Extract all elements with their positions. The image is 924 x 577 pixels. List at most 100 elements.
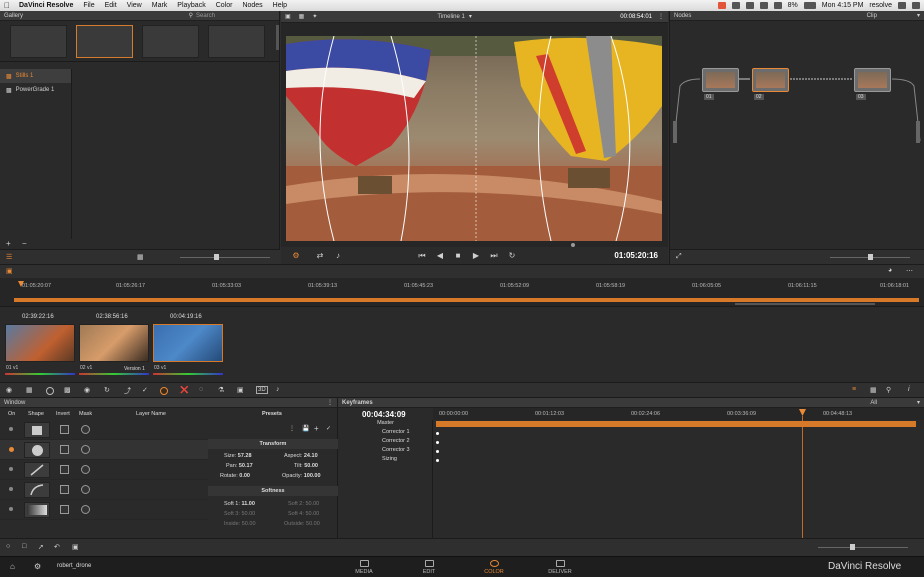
search-input[interactable]: Search: [196, 13, 215, 19]
gear-icon[interactable]: ⚙: [287, 251, 305, 260]
pan-value[interactable]: 50.17: [239, 463, 253, 469]
soft1-value[interactable]: 11.00: [241, 501, 254, 507]
go-to-end-icon[interactable]: ⏭: [485, 251, 503, 261]
stop-icon[interactable]: ■: [449, 251, 467, 260]
still-thumbnail[interactable]: [10, 25, 67, 58]
page-edit[interactable]: EDIT: [399, 560, 459, 575]
kf-track-corrector-2[interactable]: Corrector 2: [338, 438, 433, 447]
window-on-toggle[interactable]: [9, 427, 13, 431]
soft4-value[interactable]: 50.00: [305, 511, 319, 517]
add-preset-icon[interactable]: +: [314, 424, 319, 433]
invert-checkbox[interactable]: [60, 465, 69, 474]
slider-handle[interactable]: [868, 254, 873, 260]
mask-checkbox[interactable]: [81, 445, 90, 454]
go-to-start-icon[interactable]: ⏮: [413, 251, 431, 261]
tracker-icon[interactable]: ❌: [180, 386, 189, 394]
info-icon[interactable]: i: [908, 386, 910, 393]
curves-icon[interactable]: ↻: [104, 386, 110, 394]
color-match-icon[interactable]: ▦: [26, 386, 33, 394]
menu-edit[interactable]: Edit: [100, 2, 122, 9]
more-options-icon[interactable]: ⋮: [658, 13, 664, 20]
keyframe-zoom-slider[interactable]: [818, 547, 908, 548]
motion-icon[interactable]: ◉: [84, 386, 90, 394]
corrector-node-3[interactable]: [854, 68, 891, 92]
album-stills-1[interactable]: ▩ Stills 1: [0, 69, 71, 83]
save-preset-icon[interactable]: 💾: [302, 425, 309, 432]
user-name[interactable]: resolve: [869, 2, 892, 9]
home-icon[interactable]: ⌂: [10, 562, 15, 571]
album-powergrade-1[interactable]: ▩ PowerGrade 1: [0, 83, 71, 97]
blur-icon[interactable]: ◌: [199, 386, 203, 393]
video-frame[interactable]: [286, 36, 662, 241]
rgb-mixer-icon[interactable]: ▩: [64, 386, 71, 394]
bluetooth-icon[interactable]: [745, 2, 754, 9]
window-on-toggle[interactable]: [9, 507, 13, 511]
spotlight-icon[interactable]: [898, 2, 906, 9]
menu-mark[interactable]: Mark: [147, 2, 173, 9]
split-screen-icon[interactable]: ▦: [299, 13, 305, 20]
clip-thumbnail[interactable]: [5, 324, 75, 362]
page-deliver[interactable]: DELIVER: [530, 560, 590, 575]
window-on-toggle[interactable]: [9, 447, 14, 452]
still-thumbnail[interactable]: [76, 25, 133, 58]
corrector-node-2[interactable]: [752, 68, 789, 92]
notification-icon[interactable]: [912, 2, 920, 9]
polygon-tool-icon[interactable]: ➚: [38, 543, 44, 551]
preset-menu-icon[interactable]: ⋮: [289, 425, 295, 432]
opacity-value[interactable]: 100.00: [304, 473, 321, 479]
still-thumbnail[interactable]: [142, 25, 199, 58]
loop-icon[interactable]: ↻: [503, 251, 521, 260]
adobe-icon[interactable]: [717, 2, 726, 9]
remove-album-icon[interactable]: −: [22, 239, 27, 248]
audio-icon[interactable]: ♪: [329, 251, 347, 260]
soft3-value[interactable]: 50.00: [241, 511, 255, 517]
window-row-linear[interactable]: [0, 420, 208, 440]
aspect-value[interactable]: 24.10: [304, 453, 318, 459]
slider-handle[interactable]: [850, 544, 855, 550]
gradient-tool-icon[interactable]: ▣: [72, 543, 79, 551]
color-wheels-icon[interactable]: [46, 387, 54, 395]
apply-preset-icon[interactable]: ✓: [326, 425, 331, 432]
volume-icon[interactable]: [773, 2, 782, 9]
page-media[interactable]: MEDIA: [334, 560, 394, 575]
clip-thumbnail[interactable]: [153, 324, 223, 362]
play-reverse-icon[interactable]: ◀: [431, 251, 449, 260]
window-row-circle[interactable]: [0, 440, 208, 460]
highlight-icon[interactable]: ✦: [312, 13, 317, 20]
stereo-3d-icon[interactable]: 3D: [256, 386, 268, 394]
timeline-scrollbar[interactable]: [735, 303, 875, 305]
key-icon[interactable]: ⚗: [218, 386, 224, 394]
kf-track-master[interactable]: Master: [338, 420, 433, 429]
keyframe-marker[interactable]: [436, 432, 439, 435]
mask-checkbox[interactable]: [81, 465, 90, 474]
menu-nodes[interactable]: Nodes: [237, 2, 267, 9]
expand-icon[interactable]: ⤢: [676, 253, 682, 261]
outside-value[interactable]: 50.00: [306, 521, 320, 527]
window-row-polygon[interactable]: [0, 460, 208, 480]
menu-color[interactable]: Color: [211, 2, 238, 9]
menu-playback[interactable]: Playback: [172, 2, 210, 9]
add-album-icon[interactable]: +: [6, 239, 11, 248]
viewer-mode-icon[interactable]: ▣: [285, 13, 291, 20]
linear-shape-icon[interactable]: [24, 422, 50, 438]
color-wheel-icon[interactable]: ◕: [888, 267, 892, 274]
list-view-icon[interactable]: ☰: [6, 253, 12, 261]
hue-curves-icon[interactable]: ⤴: [124, 386, 131, 396]
polygon-shape-icon[interactable]: [24, 462, 50, 478]
keyframe-ruler[interactable]: 00:00:00:00 00:01:12:03 00:02:24:06 00:0…: [433, 408, 924, 420]
window-row-gradient[interactable]: [0, 500, 208, 520]
invert-checkbox[interactable]: [60, 445, 69, 454]
invert-checkbox[interactable]: [60, 505, 69, 514]
clip-thumbnail[interactable]: [79, 324, 149, 362]
timeline-name[interactable]: Timeline 1: [437, 14, 464, 20]
window-row-curve[interactable]: [0, 480, 208, 500]
master-keyframe-bar[interactable]: [436, 421, 916, 427]
camera-raw-icon[interactable]: ◉: [6, 386, 12, 394]
output-bar[interactable]: [916, 121, 920, 143]
invert-checkbox[interactable]: [60, 425, 69, 434]
more-options-icon[interactable]: ⋮: [327, 399, 333, 406]
curve-tool-icon[interactable]: ↶: [54, 543, 60, 551]
thumbnail-size-slider[interactable]: [180, 257, 270, 258]
gallery-search[interactable]: ⚲ Search: [189, 12, 215, 20]
window-on-toggle[interactable]: [9, 487, 13, 491]
